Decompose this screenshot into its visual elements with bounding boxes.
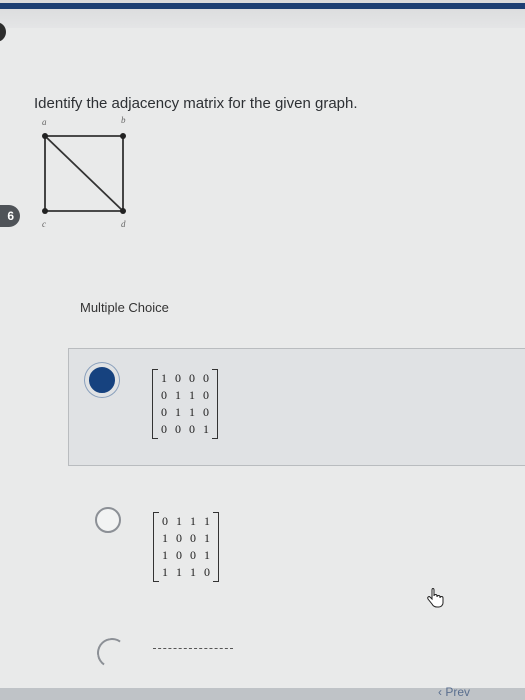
multiple-choice-label: Multiple Choice xyxy=(80,300,169,315)
matrix-cell: 1 xyxy=(189,388,195,402)
option-1-radio[interactable] xyxy=(89,367,115,393)
option-3-radio-partial[interactable] xyxy=(94,635,130,671)
matrix-cell: 0 xyxy=(204,565,210,579)
matrix-cell: 0 xyxy=(176,548,182,562)
vertex-a xyxy=(42,133,48,139)
graph-figure: a b c d xyxy=(42,115,126,229)
matrix-cell: 1 xyxy=(162,548,168,562)
matrix-cell: 1 xyxy=(175,388,181,402)
matrix-cell: 0 xyxy=(190,548,196,562)
matrix-grid: 0 1 1 1 1 0 0 1 1 0 0 1 1 1 1 0 xyxy=(153,512,219,582)
matrix-cell: 1 xyxy=(203,422,209,436)
matrix-cell: 1 xyxy=(176,565,182,579)
vertex-b xyxy=(120,133,126,139)
vertex-label-b: b xyxy=(121,115,126,125)
matrix-cell: 1 xyxy=(162,531,168,545)
question-text: Identify the adjacency matrix for the gi… xyxy=(34,95,358,112)
vertex-c xyxy=(42,208,48,214)
matrix-cell: 1 xyxy=(190,565,196,579)
option-2-radio[interactable] xyxy=(95,507,121,533)
option-1-selected-container[interactable] xyxy=(68,348,525,466)
matrix-cell: 0 xyxy=(175,371,181,385)
matrix-cell: 1 xyxy=(204,548,210,562)
question-number-badge[interactable]: 6 xyxy=(0,205,20,227)
matrix-cell: 0 xyxy=(175,422,181,436)
matrix-cell: 1 xyxy=(204,531,210,545)
matrix-cell: 0 xyxy=(162,514,168,528)
option-3-matrix-partial xyxy=(153,648,233,659)
matrix-cell: 0 xyxy=(189,371,195,385)
vertex-label-d: d xyxy=(121,219,126,229)
matrix-cell: 1 xyxy=(204,514,210,528)
vertex-label-a: a xyxy=(42,117,47,127)
matrix-cell: 0 xyxy=(203,388,209,402)
option-2-matrix[interactable]: 0 1 1 1 1 0 0 1 1 0 0 1 1 1 1 0 xyxy=(153,512,219,582)
matrix-cell: 0 xyxy=(161,388,167,402)
matrix-grid: 1 0 0 0 0 1 1 0 0 1 1 0 0 0 0 1 xyxy=(152,369,218,439)
matrix-cell: 0 xyxy=(161,405,167,419)
vertex-label-c: c xyxy=(42,219,46,229)
matrix-cell: 1 xyxy=(175,405,181,419)
prev-label: Prev xyxy=(445,685,471,699)
prev-button[interactable]: ‹ Prev xyxy=(438,685,470,699)
matrix-cell: 1 xyxy=(176,514,182,528)
header-accent-bar xyxy=(0,3,525,9)
matrix-cell: 1 xyxy=(162,565,168,579)
hand-pointer-icon xyxy=(427,588,444,608)
matrix-cell: 0 xyxy=(176,531,182,545)
matrix-cell: 1 xyxy=(190,514,196,528)
matrix-cell: 0 xyxy=(161,422,167,436)
matrix-cell: 0 xyxy=(190,531,196,545)
matrix-cell: 1 xyxy=(189,405,195,419)
matrix-cell: 0 xyxy=(203,371,209,385)
option-1-matrix[interactable]: 1 0 0 0 0 1 1 0 0 1 1 0 0 0 0 1 xyxy=(152,369,218,439)
matrix-cell: 0 xyxy=(203,405,209,419)
matrix-cell: 1 xyxy=(161,371,167,385)
matrix-cell: 0 xyxy=(189,422,195,436)
vertex-d xyxy=(120,208,126,214)
edge-a-d xyxy=(44,135,124,212)
